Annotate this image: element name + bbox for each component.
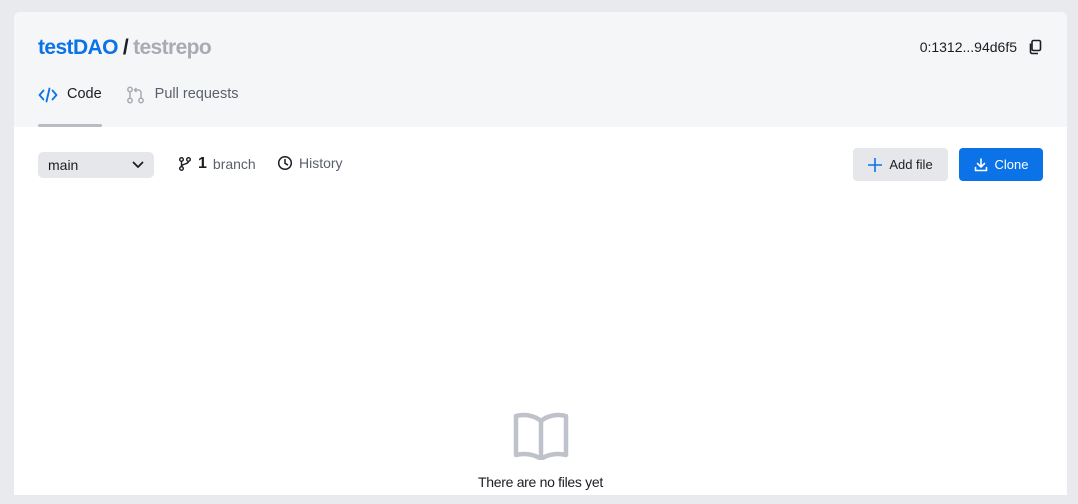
copy-icon[interactable] bbox=[1027, 39, 1043, 55]
repo-address-text: 0:1312...94d6f5 bbox=[919, 39, 1017, 55]
empty-state: There are no files yet bbox=[14, 412, 1067, 490]
clone-label: Clone bbox=[994, 157, 1029, 172]
pull-request-icon bbox=[126, 86, 144, 104]
breadcrumb-separator: / bbox=[122, 36, 129, 59]
add-file-label: Add file bbox=[889, 157, 933, 172]
branch-select[interactable]: main bbox=[38, 152, 154, 178]
history-label: History bbox=[299, 155, 343, 171]
clock-icon bbox=[277, 155, 293, 171]
branches-link[interactable]: 1 branch bbox=[178, 155, 256, 173]
repo-toolbar: main 1 branch History Add file Clone bbox=[38, 148, 1043, 181]
empty-state-message: There are no files yet bbox=[478, 474, 603, 490]
add-file-button[interactable]: Add file bbox=[853, 148, 948, 181]
repo-address: 0:1312...94d6f5 bbox=[920, 39, 1043, 55]
branch-icon bbox=[179, 157, 191, 171]
clone-button[interactable]: Clone bbox=[959, 148, 1043, 181]
repo-name: testrepo bbox=[133, 36, 212, 59]
book-icon bbox=[513, 412, 568, 460]
tab-code[interactable]: Code bbox=[38, 84, 102, 127]
org-link[interactable]: testDAO bbox=[38, 36, 118, 60]
branch-label: branch bbox=[212, 156, 256, 172]
branch-count: 1 bbox=[198, 155, 207, 172]
download-icon bbox=[974, 157, 987, 171]
repo-tabs: Code Pull requests bbox=[38, 84, 239, 127]
tab-pull-requests[interactable]: Pull requests bbox=[126, 84, 239, 127]
breadcrumb: testDAO / testrepo bbox=[38, 36, 212, 60]
tab-code-label: Code bbox=[67, 86, 102, 102]
code-icon bbox=[38, 87, 58, 103]
repository-card: testDAO / testrepo 0:1312...94d6f5 Code bbox=[14, 12, 1067, 495]
history-link[interactable]: History bbox=[277, 155, 343, 171]
plus-icon bbox=[868, 157, 883, 172]
branch-select-value: main bbox=[48, 157, 79, 173]
tab-pull-requests-label: Pull requests bbox=[154, 86, 239, 102]
chevron-down-icon bbox=[132, 161, 144, 168]
repository-header: testDAO / testrepo 0:1312...94d6f5 Code bbox=[14, 12, 1067, 127]
